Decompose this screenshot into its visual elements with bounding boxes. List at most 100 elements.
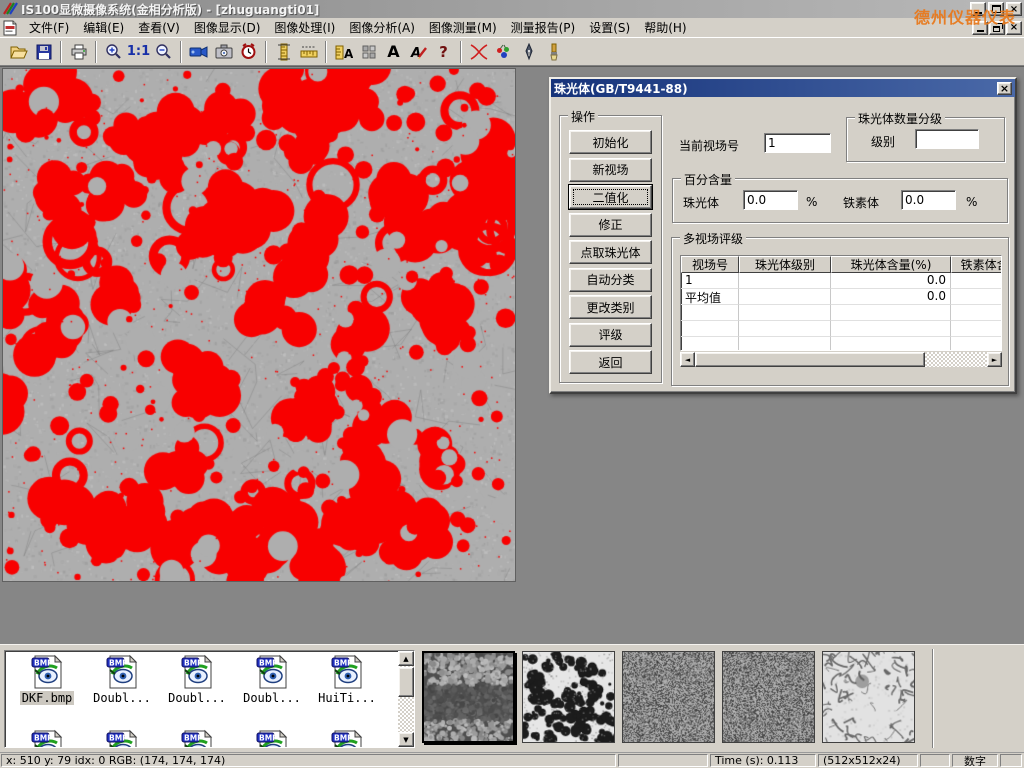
close-button[interactable]: × <box>1006 2 1022 16</box>
help-button[interactable]: ? <box>431 39 456 64</box>
file-item-doubl2[interactable]: BMP Doubl... <box>161 654 233 705</box>
video-camera-button[interactable] <box>186 39 211 64</box>
menu-settings[interactable]: 设置(S) <box>582 17 637 38</box>
measure-text-button[interactable]: A <box>331 39 356 64</box>
return-button[interactable]: 返回 <box>569 350 652 374</box>
menu-image-display[interactable]: 图像显示(D) <box>187 17 268 38</box>
scrollbar-thumb[interactable] <box>398 667 414 697</box>
file-name: Doubl... <box>91 691 153 705</box>
scroll-left-icon[interactable]: ◄ <box>680 352 695 367</box>
mdi-minimize-button[interactable] <box>972 21 988 35</box>
text-button[interactable]: A <box>381 39 406 64</box>
file-item-doubl1[interactable]: BMP Doubl... <box>86 654 158 705</box>
menu-image-processing[interactable]: 图像处理(I) <box>267 17 342 38</box>
menu-file[interactable]: 文件(F) <box>22 17 76 38</box>
video-camera-icon <box>189 45 209 59</box>
grading-table[interactable]: 视场号 珠光体级别 珠光体含量(%) 铁素体含量(%) 1 0.0 平均值 <box>680 255 1002 351</box>
zoom-in-button[interactable] <box>101 39 126 64</box>
file-item[interactable]: BMP <box>11 729 83 748</box>
menu-view[interactable]: 查看(V) <box>131 17 187 38</box>
change-category-button[interactable]: 更改类别 <box>569 295 652 319</box>
file-item[interactable]: BMP <box>161 729 233 748</box>
clock-button[interactable] <box>236 39 261 64</box>
print-button[interactable] <box>66 39 91 64</box>
open-button[interactable] <box>6 39 31 64</box>
mdi-restore-button[interactable] <box>989 21 1005 35</box>
grade-button[interactable]: 评级 <box>569 323 652 347</box>
thumbnail-2[interactable] <box>522 651 615 743</box>
scrollbar-track[interactable] <box>925 352 987 367</box>
annotate-button[interactable]: A <box>406 39 431 64</box>
pattern-grid-button[interactable] <box>356 39 381 64</box>
menu-edit[interactable]: 编辑(E) <box>76 17 131 38</box>
file-item-huiti[interactable]: BMP HuiTi... <box>311 654 383 705</box>
auto-classify-button[interactable]: 自动分类 <box>569 268 652 292</box>
dialog-body: 操作 初始化 新视场 二值化 修正 点取珠光体 自动分类 更改类别 评级 返回 … <box>551 97 1015 390</box>
file-item[interactable]: BMP <box>236 729 308 748</box>
thumbnail-3[interactable] <box>622 651 715 743</box>
col-field-no[interactable]: 视场号 <box>681 256 739 273</box>
dialog-close-button[interactable]: × <box>997 82 1012 95</box>
toolbar-separator <box>460 41 462 63</box>
correct-button[interactable]: 修正 <box>569 213 652 237</box>
table-row[interactable]: 1 0.0 <box>681 273 1001 289</box>
thumbnail-4[interactable] <box>722 651 815 743</box>
curve-tool-button[interactable] <box>466 39 491 64</box>
scroll-right-icon[interactable]: ► <box>987 352 1002 367</box>
vertical-caliper-button[interactable] <box>271 39 296 64</box>
file-list-vscrollbar[interactable]: ▲ ▼ <box>398 651 414 747</box>
curve-tool-icon <box>469 43 489 61</box>
file-item[interactable]: BMP <box>311 729 383 748</box>
menu-image-measure[interactable]: 图像测量(M) <box>422 17 504 38</box>
bmp-file-icon: BMP <box>104 729 140 748</box>
scroll-up-icon[interactable]: ▲ <box>398 651 414 666</box>
thumbnail-5[interactable] <box>822 651 915 743</box>
bmp-file-icon: BMP <box>104 654 140 690</box>
file-list[interactable]: BMP DKF.bmp BMP Doubl... BMP Doubl... BM… <box>4 650 415 748</box>
level-input[interactable] <box>915 129 979 149</box>
col-pearlite-level[interactable]: 珠光体级别 <box>739 256 831 273</box>
app-icon <box>2 1 18 17</box>
pen-button[interactable] <box>516 39 541 64</box>
svg-text:BMP: BMP <box>109 659 128 668</box>
brush-button[interactable] <box>541 39 566 64</box>
mdi-close-button[interactable]: × <box>1006 21 1022 35</box>
table-row[interactable]: 平均值 0.0 <box>681 289 1001 305</box>
scrollbar-thumb[interactable] <box>695 352 925 367</box>
minimize-button[interactable] <box>970 2 986 16</box>
col-pearlite-content[interactable]: 珠光体含量(%) <box>831 256 951 273</box>
menu-measure-report[interactable]: 测量报告(P) <box>504 17 583 38</box>
photo-camera-button[interactable] <box>211 39 236 64</box>
file-item-doubl3[interactable]: BMP Doubl... <box>236 654 308 705</box>
bmp-file-icon: BMP <box>254 729 290 748</box>
menu-image-analysis[interactable]: 图像分析(A) <box>342 17 422 38</box>
table-hscrollbar[interactable]: ◄ ► <box>680 352 1002 367</box>
classify-dots-button[interactable] <box>491 39 516 64</box>
pick-pearlite-button[interactable]: 点取珠光体 <box>569 240 652 264</box>
actual-size-button[interactable]: 1:1 <box>126 39 151 64</box>
file-name: Doubl... <box>241 691 303 705</box>
menu-help[interactable]: 帮助(H) <box>637 17 693 38</box>
dialog-title-bar[interactable]: 珠光体(GB/T9441-88) × <box>551 79 1015 97</box>
col-ferrite-content[interactable]: 铁素体含量(%) <box>951 256 1002 273</box>
scroll-down-icon[interactable]: ▼ <box>398 732 414 747</box>
percent-group-label: 百分含量 <box>681 171 735 188</box>
file-item-dkf[interactable]: BMP DKF.bmp <box>11 654 83 705</box>
annotate-icon: A <box>410 44 428 60</box>
maximize-button[interactable] <box>988 2 1004 16</box>
binarize-button[interactable]: 二值化 <box>569 185 652 209</box>
file-item[interactable]: BMP <box>86 729 158 748</box>
current-field-input[interactable] <box>764 133 831 153</box>
zoom-out-button[interactable] <box>151 39 176 64</box>
pearlite-percent-input[interactable] <box>743 190 798 210</box>
mdi-workspace: 珠光体(GB/T9441-88) × 操作 初始化 新视场 二值化 修正 点取珠… <box>0 66 1024 644</box>
mdi-restore-icon <box>993 26 1000 32</box>
micrograph-image[interactable] <box>2 68 516 582</box>
horizontal-ruler-button[interactable] <box>296 39 321 64</box>
svg-text:A: A <box>344 47 353 60</box>
ferrite-percent-input[interactable] <box>901 190 956 210</box>
thumbnail-1[interactable] <box>422 651 515 743</box>
initialize-button[interactable]: 初始化 <box>569 130 652 154</box>
save-button[interactable] <box>31 39 56 64</box>
new-field-button[interactable]: 新视场 <box>569 158 652 182</box>
